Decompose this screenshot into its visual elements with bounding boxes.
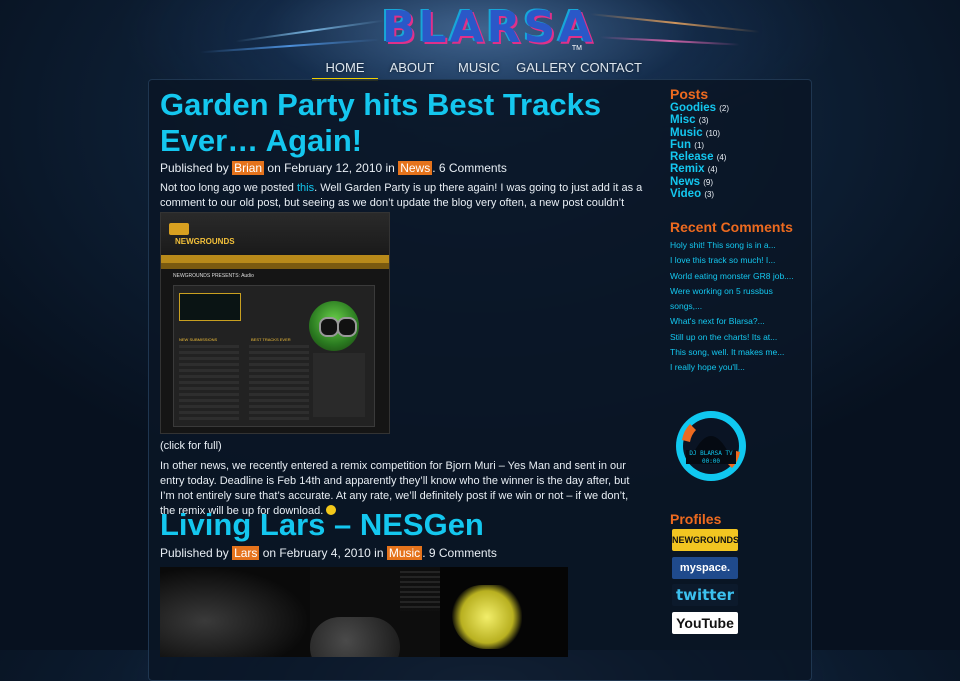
post-meta: Published by Brian on February 12, 2010 … [160,161,507,175]
badge-title: DJ BLARSA TV [689,450,733,457]
category-link[interactable]: Music [386,546,423,560]
meta-date: on February 12, 2010 in [267,161,395,175]
recent-comment-link[interactable]: Were working on 5 russbus [670,284,794,299]
light-streak [590,13,760,33]
category-link[interactable]: Remix [670,163,705,175]
recent-comment-link[interactable]: This song, well. It makes me... [670,345,794,360]
screenshot-caption: (click for full) [160,440,222,452]
post-title[interactable]: Living Lars – NESGen [160,507,640,543]
recent-comment-link[interactable]: Holy shit! This song is in a... [670,238,794,253]
screenshot-site-name: NEWGROUNDS [175,237,235,246]
category-count: (2) [719,104,729,113]
category-item: Music (10) [670,127,729,139]
meta-prefix: Published by [160,546,229,560]
category-count: (4) [707,165,718,175]
recent-comment-link[interactable]: World eating monster GR8 job.... [670,269,794,284]
nav-contact[interactable]: CONTACT [580,58,642,78]
post-meta: Published by Lars on February 4, 2010 in… [160,546,497,560]
image-yellow-smoke [452,585,522,649]
recent-comment-link[interactable]: songs,... [670,299,794,314]
screenshot-header [161,213,389,255]
category-link[interactable]: Fun [670,139,691,151]
speaker-icon [319,317,339,337]
screenshot-list-extra [313,353,365,417]
author-link[interactable]: Lars [232,546,260,560]
nav-about[interactable]: ABOUT [378,58,446,78]
inline-link[interactable]: this [297,182,314,194]
category-count: (1) [694,140,705,150]
twitter-profile-link[interactable]: twitter [672,584,738,606]
light-streak [200,38,380,54]
category-item: Fun (1) [670,139,729,151]
category-link[interactable]: News [670,176,700,188]
screenshot-list-right [249,345,309,421]
recent-comments-heading: Recent Comments [670,219,793,235]
meta-date: on February 4, 2010 in [262,546,384,560]
screenshot-subnav [161,263,389,269]
image-dark-area [160,567,310,657]
speaker-icon [337,317,357,337]
author-link[interactable]: Brian [232,161,265,175]
comments-link[interactable]: . 6 Comments [432,161,507,175]
category-item: Remix (4) [670,163,729,175]
logo-text: BLARSA [382,2,596,53]
category-item: Release (4) [670,151,729,163]
category-link[interactable]: News [398,161,433,175]
post-screenshot[interactable]: NEWGROUNDS NEWGROUNDS PRESENTS: Audio NE… [160,212,390,434]
screenshot-heading: NEWGROUNDS PRESENTS: Audio [173,273,254,279]
category-link[interactable]: Music [670,127,703,139]
recent-comment-link[interactable]: Still up on the charts! Its at... [670,330,794,345]
category-link[interactable]: Release [670,151,713,163]
recent-comment-link[interactable]: What's next for Blarsa?... [670,314,794,329]
category-item: Misc (3) [670,114,729,126]
profiles-heading: Profiles [670,511,722,527]
image-text-block [400,571,440,611]
image-figure [310,617,400,657]
category-list: Goodies (2) Misc (3) Music (10) Fun (1) … [670,102,729,200]
category-count: (4) [716,153,727,163]
category-link[interactable]: Misc [670,114,696,126]
badge-time: 00:00 [701,458,721,465]
main-nav: HOME ABOUT MUSIC GALLERY CONTACT [312,58,642,81]
screenshot-navbar [161,255,389,263]
screenshot-list-left [179,345,239,421]
nav-home[interactable]: HOME [312,58,378,81]
myspace-profile-link[interactable]: myspace. [672,557,738,579]
category-count: (3) [698,116,709,126]
trademark-mark: TM [571,45,582,52]
dj-tv-badge[interactable]: DJ BLARSA TV 00:00 [672,406,750,486]
category-link[interactable]: Video [670,188,701,200]
screenshot-banner [179,293,241,321]
para-text: Not too long ago we posted [160,182,297,194]
nav-music[interactable]: MUSIC [446,58,512,78]
category-count: (3) [704,190,715,200]
recent-comment-link[interactable]: I love this track so much! I... [670,253,794,268]
recent-comments-list: Holy shit! This song is in a... I love t… [670,238,794,376]
category-count: (10) [705,128,721,138]
comments-link[interactable]: . 9 Comments [422,546,497,560]
light-streak [600,36,740,46]
nav-gallery[interactable]: GALLERY [512,58,580,78]
recent-comment-link[interactable]: I really hope you'll... [670,360,794,375]
category-item: Video (3) [670,188,729,200]
screenshot-side-label: NEW SUBMISSIONS [179,337,218,342]
post-image[interactable] [160,567,568,657]
posts-heading: Posts [670,86,709,102]
post-title[interactable]: Garden Party hits Best Tracks Ever… Agai… [160,87,630,159]
meta-prefix: Published by [160,161,229,175]
screenshot-best-label: BEST TRACKS EVER [251,337,291,342]
category-count: (9) [703,177,714,187]
youtube-profile-link[interactable]: YouTube [672,612,738,634]
tank-icon [169,223,189,235]
category-link[interactable]: Goodies [670,102,716,114]
newgrounds-profile-link[interactable]: NEWGROUNDS [672,529,738,551]
site-logo[interactable]: BLARSA TM [382,2,596,54]
badge-graphic [676,411,746,481]
category-item: Goodies (2) [670,102,729,114]
category-item: News (9) [670,176,729,188]
